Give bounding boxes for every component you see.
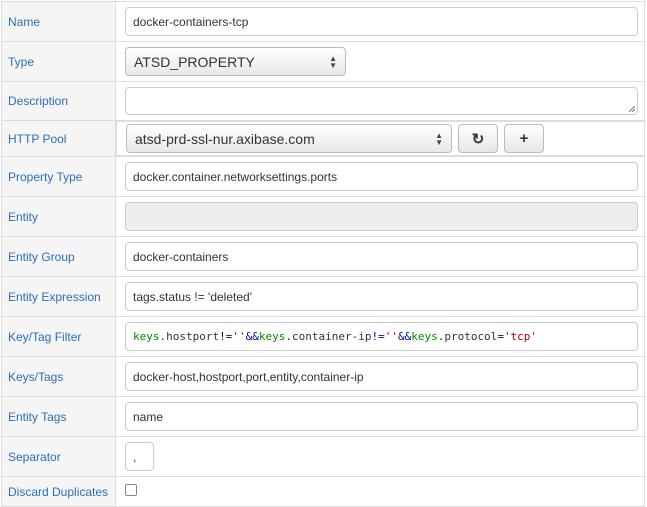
label-entity-tags: Entity Tags xyxy=(1,396,116,437)
name-input[interactable]: docker-containers-tcp xyxy=(125,7,638,36)
label-key-tag-filter: Key/Tag Filter xyxy=(1,316,116,357)
http-pool-select-value: atsd-prd-ssl-nur.axibase.com xyxy=(135,130,315,147)
keys-tags-input[interactable]: docker-host,hostport,port,entity,contain… xyxy=(125,362,638,391)
filter-token: keys xyxy=(133,330,160,343)
label-name: Name xyxy=(1,1,116,42)
label-description: Description xyxy=(1,81,116,121)
label-property-type: Property Type xyxy=(1,156,116,197)
filter-token: .hostport xyxy=(159,330,220,343)
refresh-pool-button[interactable]: ↻ xyxy=(458,124,498,153)
discard-duplicates-checkbox[interactable] xyxy=(125,483,137,496)
select-arrows-icon: ▲ ▼ xyxy=(329,53,337,70)
filter-token: .protocol xyxy=(437,330,498,343)
label-entity-expression: Entity Expression xyxy=(1,276,116,317)
form-table: Name docker-containers-tcp Type ATSD_PRO… xyxy=(1,1,645,507)
plus-icon: + xyxy=(519,130,529,147)
key-tag-filter-input[interactable]: keys .hostport != '' && keys .container-ip… xyxy=(125,322,638,351)
refresh-icon: ↻ xyxy=(471,130,485,148)
type-select-value: ATSD_PROPERTY xyxy=(134,53,255,70)
label-discard-duplicates: Discard Duplicates xyxy=(1,476,116,507)
label-entity-group: Entity Group xyxy=(1,236,116,277)
filter-token: && xyxy=(397,330,412,343)
resize-grip-icon[interactable] xyxy=(629,106,635,112)
label-keys-tags: Keys/Tags xyxy=(1,356,116,397)
filter-token: keys xyxy=(411,330,438,343)
filter-token: keys xyxy=(258,330,286,343)
filter-token: && xyxy=(245,330,259,343)
label-entity: Entity xyxy=(1,196,116,237)
separator-input[interactable]: , xyxy=(125,442,154,471)
http-pool-select[interactable]: atsd-prd-ssl-nur.axibase.com ▲ ▼ xyxy=(126,124,452,153)
label-type: Type xyxy=(1,41,116,82)
filter-token: != xyxy=(371,330,385,343)
filter-token: 'tcp' xyxy=(503,330,538,343)
entity-expression-input[interactable]: tags.status != 'deleted' xyxy=(125,282,638,311)
filter-token: = xyxy=(497,330,504,343)
type-select[interactable]: ATSD_PROPERTY ▲ ▼ xyxy=(125,47,346,76)
add-pool-button[interactable]: + xyxy=(504,124,544,153)
entity-input xyxy=(125,202,638,231)
property-type-input[interactable]: docker.container.networksettings.ports xyxy=(125,162,638,191)
label-separator: Separator xyxy=(1,436,116,477)
filter-token: != xyxy=(219,330,233,343)
filter-token: .container-ip xyxy=(285,330,372,343)
entity-group-input[interactable]: docker-containers xyxy=(125,242,638,271)
select-arrows-icon: ▲ ▼ xyxy=(435,130,443,147)
label-http-pool: HTTP Pool xyxy=(1,120,116,157)
entity-tags-input[interactable]: name xyxy=(125,402,638,431)
description-textarea[interactable] xyxy=(125,87,638,115)
filter-token: '' xyxy=(232,330,246,343)
filter-token: '' xyxy=(384,330,398,343)
